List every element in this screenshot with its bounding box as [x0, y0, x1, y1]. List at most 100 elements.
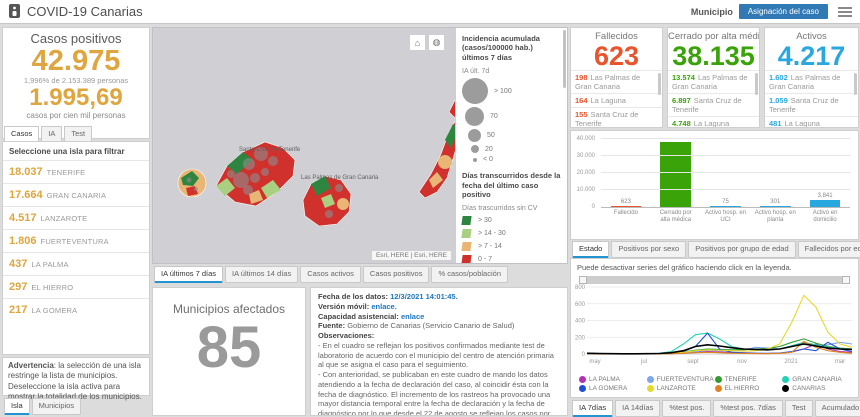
stat-row: 4.748 La Laguna: [668, 116, 759, 127]
tab-casos-positivos-map[interactable]: Casos positivos: [362, 266, 430, 283]
bar-1[interactable]: [655, 139, 697, 207]
tab-test[interactable]: Test: [784, 400, 813, 417]
activos-breakdown: 1.602 Las Palmas de Gran Canaria 1.059 San…: [765, 70, 858, 127]
slider-handle-right[interactable]: [842, 276, 850, 284]
map-home-icon[interactable]: ⌂: [409, 34, 426, 51]
bar-4[interactable]: 3.841: [804, 139, 846, 207]
stat-scrollbar[interactable]: [658, 73, 661, 96]
island-gran-canaria-shape[interactable]: [302, 175, 352, 227]
tab-positivos-edad[interactable]: Positivos por grupo de edad: [688, 241, 796, 258]
tab-test-pos[interactable]: %test pos.: [662, 400, 712, 417]
tab-fallecidos-edad-sexo[interactable]: Fallecidos por edad y sexo: [797, 241, 860, 258]
slider-handle-left[interactable]: [579, 276, 587, 284]
bar-0[interactable]: 623: [605, 139, 647, 207]
map-label-santa-cruz-tenerife: Santa Cruz de Tenerife: [239, 147, 301, 153]
island-row-lanzarote[interactable]: 4.517 LANZAROTE: [3, 206, 149, 229]
map-panel[interactable]: Santa Cruz de Tenerife Las Palmas de Gra…: [152, 27, 568, 264]
tab-municipios[interactable]: Municipios: [31, 398, 82, 415]
mobile-link[interactable]: enlace.: [371, 302, 396, 311]
map-label-las-palmas: Las Palmas de Gran Canaria: [301, 175, 379, 181]
legend-scrollbar[interactable]: [563, 30, 566, 88]
activos-value: 4.217: [777, 41, 846, 71]
stat-row: 6.897 Santa Cruz de Tenerife: [668, 93, 759, 116]
island-filter-card: Seleccione una isla para filtrar 18.037 …: [2, 141, 150, 355]
cerrado-alta-value: 38.135: [672, 41, 755, 71]
tab-positivos-sexo[interactable]: Positivos por sexo: [611, 241, 687, 258]
legend-item-canarias[interactable]: CANARIAS: [782, 385, 850, 392]
menu-icon[interactable]: [838, 6, 852, 17]
legend-item-lanzarote[interactable]: LANZAROTE: [646, 385, 715, 392]
legend-item-la-palma[interactable]: LA PALMA: [579, 376, 647, 383]
time-range-slider[interactable]: [579, 276, 850, 284]
casos-positivos-title: Casos positivos: [30, 31, 122, 46]
tab-ia-7dias-map[interactable]: IA últimos 7 días: [154, 266, 224, 283]
map-tabs: IA últimos 7 días IA últimos 14 días Cas…: [154, 266, 508, 283]
tab-ia-14dias[interactable]: IA 14días: [615, 400, 661, 417]
island-row-el-hierro[interactable]: 297 EL HIERRO: [3, 275, 149, 298]
island-row-gran-canaria[interactable]: 17.664 GRAN CANARIA: [3, 183, 149, 206]
island-row-la-palma[interactable]: 437 LA PALMA: [3, 252, 149, 275]
cerrado-alta-breakdown: 13.574 Las Palmas de Gran Canaria 6.897 Sa…: [668, 70, 759, 127]
island-la-gomera-shape[interactable]: [177, 168, 207, 198]
legend-bubble-0: < 0: [462, 156, 561, 163]
tab-ia-7dias[interactable]: IA 7días: [572, 400, 614, 417]
bar-3[interactable]: 301: [754, 139, 796, 207]
legend-cv-14-30: > 14 - 30: [461, 229, 561, 239]
tab-isla[interactable]: Isla: [4, 398, 30, 415]
legend-item-gran-canaria[interactable]: GRAN CANARIA: [782, 376, 850, 383]
capacity-link[interactable]: enlace: [401, 312, 424, 321]
svg-text:2021: 2021: [784, 359, 798, 365]
svg-text:sept: sept: [687, 359, 699, 365]
tab-estado[interactable]: Estado: [572, 241, 610, 258]
casos-positivos-card: Casos positivos 42.975 1,996% de 2.153.3…: [2, 27, 150, 139]
tab-casos-activos-map[interactable]: Casos activos: [300, 266, 361, 283]
municipios-afectados-card: Municipios afectados 85: [152, 287, 306, 416]
legend-dot-icon: [579, 376, 586, 383]
bubble-icon: [465, 107, 484, 127]
legend-dot-icon: [646, 385, 654, 392]
fallecidos-card: Fallecidos 623 198 Las Palmas de Gran Can…: [570, 27, 663, 128]
stat-scrollbar[interactable]: [854, 73, 857, 96]
island-row-tenerife[interactable]: 18.037 TENERIFE: [3, 160, 149, 183]
capacity-label: Capacidad asistencial:: [318, 311, 399, 321]
stat-row: 13.574 Las Palmas de Gran Canaria: [668, 70, 759, 93]
tab-casos-poblacion-map[interactable]: % casos/población: [431, 266, 508, 283]
cv-swatch-icon: [461, 229, 472, 239]
legend-item-tenerife[interactable]: TENERIFE: [714, 376, 783, 383]
island-row-fuerteventura[interactable]: 1.806 FUERTEVENTURA: [3, 229, 149, 252]
source-value: Gobierno de Canarias (Servicio Canario d…: [347, 321, 515, 331]
date-label: Fecha de los datos:: [318, 292, 389, 301]
svg-text:0: 0: [582, 352, 586, 358]
asignacion-del-caso-button[interactable]: Asignación del caso: [738, 4, 828, 19]
canarias-gov-logo-icon: [9, 4, 20, 18]
legend-bubble-70: 70: [462, 107, 561, 127]
legend-item-el-hierro[interactable]: EL HIERRO: [714, 385, 783, 392]
island-row-la-gomera[interactable]: 217 LA GOMERA: [3, 298, 149, 321]
tab-acumulado[interactable]: Acumulado: [814, 400, 860, 417]
svg-text:jul: jul: [640, 359, 647, 365]
legend-cv-7-14: > 7 - 14: [461, 242, 561, 252]
legend-item-la-gomera[interactable]: LA GOMERA: [579, 385, 647, 392]
source-label: Fuente:: [318, 321, 346, 331]
stat-row: 481 La Laguna: [765, 116, 858, 127]
estado-bar-chart-card: 0 10.000 20.000 30.000 40.000 623 75 301 3.841 …: [570, 130, 859, 240]
municipio-label: Municipio: [690, 6, 733, 17]
legend-dot-icon: [714, 385, 722, 392]
municipios-afectados-title: Municipios afectados: [172, 302, 286, 316]
warning-bold: Advertencia: [8, 361, 54, 370]
tab-test-pos-7dias[interactable]: %test pos. 7días: [713, 400, 783, 417]
map-basemap-icon[interactable]: ◍: [428, 34, 445, 51]
mobile-label: Versión móvil:: [318, 301, 370, 311]
bar-category-label: Activo hosp. en planta: [754, 210, 796, 223]
legend-dot-icon: [714, 376, 722, 383]
casos-rate-value: 1.995,69: [29, 84, 123, 112]
date-value: 12/3/2021 14:01:45.: [390, 292, 458, 301]
map-legend-panel: Incidencia acumulada (casos/100000 hab.)…: [455, 28, 567, 263]
legend-bubble-title: IA últ. 7d: [462, 68, 490, 76]
legend-item-fuerteventura[interactable]: FUERTEVENTURA: [646, 376, 715, 383]
stat-scrollbar[interactable]: [755, 73, 758, 96]
svg-text:400: 400: [575, 319, 586, 325]
legend-cv-title: Días trascurridos sin CV: [462, 205, 538, 213]
bar-2[interactable]: 75: [704, 139, 746, 207]
tab-ia-14dias-map[interactable]: IA últimos 14 días: [225, 266, 299, 283]
